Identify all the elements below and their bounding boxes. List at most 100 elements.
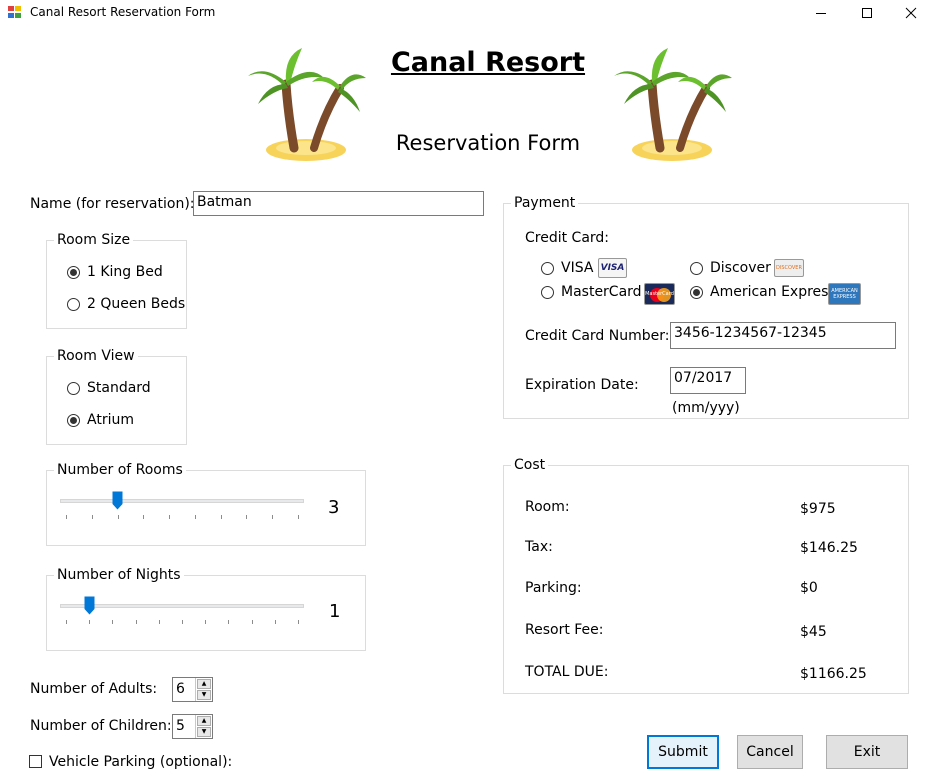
credit-card-label: Credit Card: (525, 230, 610, 246)
slider-tick (158, 620, 160, 624)
cost-value-total: $1166.25 (800, 666, 867, 682)
chevron-up-icon: ▲ (201, 680, 207, 687)
room-view-legend: Room View (54, 348, 138, 364)
visa-logo-icon: VISA (598, 258, 627, 278)
room-view-group: Room View Standard Atrium (46, 348, 187, 445)
nights-value: 1 (329, 601, 341, 622)
card-number-label: Credit Card Number: (525, 328, 670, 344)
app-icon (8, 6, 22, 19)
slider-tick (246, 515, 248, 519)
increment-button[interactable]: ▲ (197, 679, 211, 689)
close-icon (905, 7, 917, 19)
cost-legend: Cost (511, 457, 549, 473)
slider-tick (89, 620, 91, 624)
minimize-button[interactable] (798, 0, 844, 26)
expiration-label: Expiration Date: (525, 377, 639, 393)
slider-tick (135, 620, 137, 624)
decrement-button[interactable]: ▼ (197, 727, 211, 737)
maximize-icon (862, 8, 872, 18)
room-size-option-queen[interactable]: 2 Queen Beds (67, 296, 185, 312)
radio-button[interactable] (541, 261, 554, 275)
expiration-input[interactable]: 07/2017 (670, 367, 746, 394)
slider-tick (194, 515, 196, 519)
radio-button[interactable] (67, 265, 80, 279)
adults-label: Number of Adults: (30, 681, 158, 697)
rooms-value: 3 (328, 497, 340, 518)
rooms-group: Number of Rooms 3 (46, 462, 366, 546)
slider-tick (205, 620, 207, 624)
card-option-visa[interactable]: VISA (541, 260, 593, 276)
cost-value-parking: $0 (800, 580, 818, 596)
room-size-legend: Room Size (54, 232, 134, 248)
page-title: Canal Resort (390, 47, 586, 78)
slider-track[interactable] (60, 499, 304, 503)
slider-thumb[interactable] (84, 596, 95, 615)
room-view-option-label: Standard (87, 380, 151, 396)
room-size-group: Room Size 1 King Bed 2 Queen Beds (46, 232, 187, 329)
parking-label: Vehicle Parking (optional): (49, 754, 233, 770)
adults-value: 6 (176, 681, 185, 697)
card-option-mastercard[interactable]: MasterCard (541, 284, 642, 300)
slider-tick (66, 515, 67, 519)
window-title: Canal Resort Reservation Form (30, 5, 216, 19)
cost-value-resort-fee: $45 (800, 624, 827, 640)
palm-tree-icon (248, 48, 366, 161)
slider-tick (298, 515, 299, 519)
room-size-option-king[interactable]: 1 King Bed (67, 264, 163, 280)
slider-tick (91, 515, 93, 519)
radio-button[interactable] (67, 297, 80, 311)
maximize-button[interactable] (844, 0, 890, 26)
slider-track[interactable] (60, 604, 304, 608)
cost-label-tax: Tax: (525, 539, 553, 555)
radio-button[interactable] (67, 381, 80, 395)
exit-button[interactable]: Exit (826, 735, 908, 769)
card-option-label: American Express (710, 284, 836, 300)
close-button[interactable] (888, 0, 934, 26)
parking-checkbox[interactable] (29, 755, 42, 768)
slider-tick (220, 515, 222, 519)
adults-stepper[interactable]: 6 ▲ ▼ (172, 677, 213, 702)
stepper-buttons: ▲ ▼ (195, 715, 212, 738)
slider-tick (251, 620, 253, 624)
children-value: 5 (176, 718, 185, 734)
radio-button[interactable] (690, 261, 703, 275)
card-option-discover[interactable]: Discover (690, 260, 771, 276)
slider-thumb[interactable] (112, 491, 123, 510)
children-stepper[interactable]: 5 ▲ ▼ (172, 714, 213, 739)
slider-tick (143, 515, 145, 519)
title-bar: Canal Resort Reservation Form (0, 0, 934, 26)
mastercard-logo-text: MasterCard (645, 291, 674, 297)
minimize-icon (816, 13, 826, 14)
radio-button[interactable] (541, 285, 554, 299)
radio-button[interactable] (690, 285, 703, 299)
decrement-button[interactable]: ▼ (197, 690, 211, 700)
payment-group: Payment Credit Card: VISA VISA Discover … (503, 195, 909, 419)
rooms-slider[interactable] (60, 491, 304, 521)
radio-button[interactable] (67, 413, 80, 427)
cost-label-room: Room: (525, 499, 570, 515)
slider-tick (112, 620, 114, 624)
slider-tick (66, 620, 67, 624)
submit-button[interactable]: Submit (647, 735, 719, 769)
slider-tick (182, 620, 183, 624)
page-subtitle: Reservation Form (395, 131, 581, 155)
slider-tick (169, 515, 171, 519)
card-option-label: Discover (710, 260, 771, 276)
cost-value-room: $975 (800, 501, 836, 517)
increment-button[interactable]: ▲ (197, 716, 211, 726)
discover-logo-icon: DISCOVER (774, 259, 804, 277)
slider-tick (298, 620, 299, 624)
room-view-option-standard[interactable]: Standard (67, 380, 151, 396)
children-label: Number of Children: (30, 718, 172, 734)
card-number-input[interactable]: 3456-1234567-12345 (670, 322, 896, 349)
slider-tick (117, 515, 119, 519)
name-label: Name (for reservation): (30, 196, 195, 212)
card-option-amex[interactable]: American Express (690, 284, 836, 300)
name-input[interactable]: Batman (193, 191, 484, 216)
chevron-up-icon: ▲ (201, 717, 207, 724)
rooms-legend: Number of Rooms (54, 462, 186, 478)
room-view-option-atrium[interactable]: Atrium (67, 412, 134, 428)
cancel-button[interactable]: Cancel (737, 735, 803, 769)
nights-slider[interactable] (60, 596, 304, 626)
stepper-buttons: ▲ ▼ (195, 678, 212, 701)
